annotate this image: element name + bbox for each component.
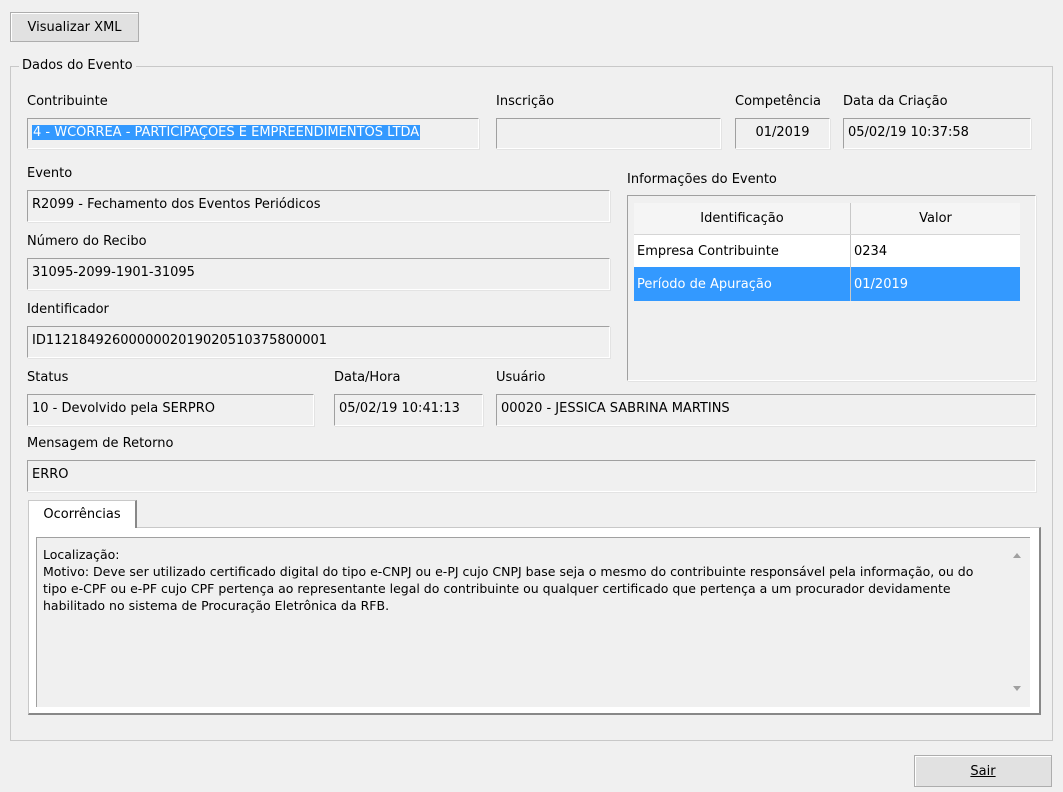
usuario-field[interactable]: 00020 - JESSICA SABRINA MARTINS — [496, 394, 1036, 426]
column-header-identificacao[interactable]: Identificação — [634, 203, 851, 234]
scroll-up-icon[interactable] — [1013, 553, 1021, 558]
tab-ocorrencias[interactable]: Ocorrências — [28, 500, 137, 528]
cell-identificacao: Período de Apuração — [634, 267, 851, 301]
info-grid[interactable]: Identificação Valor Empresa Contribuinte… — [634, 203, 1020, 301]
memo-line-motivo: Motivo: Deve ser utilizado certificado d… — [43, 564, 974, 613]
group-title: Dados do Evento — [19, 58, 136, 73]
competencia-field[interactable]: 01/2019 — [735, 118, 830, 149]
status-label: Status — [27, 370, 69, 385]
view-xml-button[interactable]: Visualizar XML — [10, 12, 139, 42]
usuario-label: Usuário — [496, 370, 546, 385]
memo-scrollbar[interactable] — [1008, 538, 1028, 706]
cell-identificacao: Empresa Contribuinte — [634, 235, 851, 267]
contribuinte-label: Contribuinte — [27, 94, 108, 109]
info-title: Informações do Evento — [627, 172, 777, 187]
competencia-label: Competência — [735, 94, 822, 109]
data-criacao-label: Data da Criação — [843, 94, 948, 109]
contribuinte-value: 4 - WCORREA - PARTICIPAÇOES E EMPREENDIM… — [32, 125, 421, 140]
data-criacao-field[interactable]: 05/02/19 10:37:58 — [843, 118, 1031, 149]
inscricao-field[interactable] — [496, 118, 721, 149]
evento-label: Evento — [27, 166, 73, 181]
cell-valor: 01/2019 — [854, 276, 909, 292]
data-hora-field[interactable]: 05/02/19 10:41:13 — [334, 394, 483, 426]
memo-line-localizacao: Localização: — [43, 547, 120, 562]
numero-recibo-label: Número do Recibo — [27, 234, 147, 249]
data-hora-label: Data/Hora — [334, 370, 401, 385]
mensagem-retorno-label: Mensagem de Retorno — [27, 436, 174, 451]
cell-valor: 0234 — [854, 243, 888, 259]
identificador-label: Identificador — [27, 302, 109, 317]
grid-header: Identificação Valor — [634, 203, 1020, 235]
tab-label: Ocorrências — [43, 507, 121, 522]
contribuinte-field[interactable]: 4 - WCORREA - PARTICIPAÇOES E EMPREENDIM… — [27, 118, 479, 149]
view-xml-label: Visualizar XML — [27, 19, 122, 35]
exit-label: Sair — [970, 763, 996, 779]
numero-recibo-field[interactable]: 31095-2099-1901-31095 — [27, 258, 610, 290]
table-row-selected[interactable]: Período de Apuração 01/2019 — [634, 267, 1020, 301]
mensagem-retorno-field[interactable]: ERRO — [27, 460, 1036, 492]
table-row[interactable]: Empresa Contribuinte 0234 — [634, 235, 1020, 267]
evento-field[interactable]: R2099 - Fechamento dos Eventos Periódico… — [27, 190, 610, 222]
ocorrencias-memo[interactable]: Localização: Motivo: Deve ser utilizado … — [36, 537, 1030, 707]
column-header-valor[interactable]: Valor — [851, 203, 1020, 234]
scroll-down-icon[interactable] — [1013, 686, 1021, 691]
exit-button[interactable]: Sair — [914, 755, 1052, 787]
status-field[interactable]: 10 - Devolvido pela SERPRO — [27, 394, 314, 426]
identificador-field[interactable]: ID1121849260000002019020510375800001 — [27, 326, 610, 358]
inscricao-label: Inscrição — [496, 94, 555, 109]
